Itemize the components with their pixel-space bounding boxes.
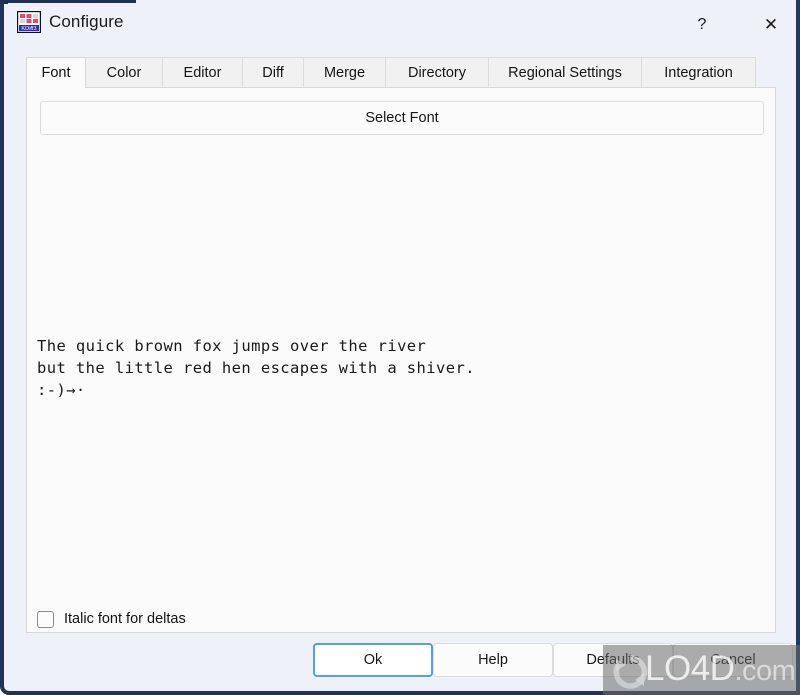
tab-color[interactable]: Color — [86, 57, 163, 88]
configure-dialog-window: KDiff3 Configure ? ✕ Font Color Editor Diff… — [0, 0, 800, 695]
title-bar: KDiff3 Configure ? ✕ — [8, 3, 796, 47]
tab-editor[interactable]: Editor — [163, 57, 243, 88]
tab-bar: Font Color Editor Diff Merge Directory Regiona… — [26, 57, 776, 89]
italic-font-for-deltas-checkbox[interactable] — [37, 610, 54, 628]
tab-label: Directory — [407, 65, 466, 81]
tab-integration[interactable]: Integration — [642, 57, 756, 88]
tab-label: Regional Settings — [508, 65, 622, 81]
tab-label: Color — [106, 65, 142, 81]
kdiff3-icon: KDiff3 — [16, 10, 42, 34]
font-sample-preview: The quick brown fox jumps over the river… — [37, 337, 475, 399]
tab-diff[interactable]: Diff — [243, 57, 304, 88]
window-title: Configure — [49, 12, 124, 31]
tab-regional-settings[interactable]: Regional Settings — [489, 57, 642, 88]
help-icon[interactable]: ? — [679, 3, 725, 47]
ok-button[interactable]: Ok — [313, 643, 433, 677]
tab-label: Editor — [183, 65, 222, 81]
svg-text:KDiff3: KDiff3 — [21, 26, 36, 32]
tab-label: Diff — [262, 65, 284, 81]
font-tab-panel: Select Font The quick brown fox jumps ov… — [26, 87, 776, 633]
window-right-edge — [796, 0, 800, 695]
close-icon[interactable]: ✕ — [748, 3, 794, 47]
select-font-button[interactable]: Select Font — [40, 101, 764, 135]
tab-label: Font — [41, 65, 71, 81]
tab-label: Merge — [323, 65, 366, 81]
dialog-button-bar: Ok Help Defaults Cancel — [8, 643, 796, 691]
italic-font-for-deltas-label: Italic font for deltas — [64, 611, 186, 627]
tab-font[interactable]: Font — [26, 57, 86, 89]
tab-merge[interactable]: Merge — [304, 57, 386, 88]
defaults-button[interactable]: Defaults — [553, 643, 673, 677]
cancel-button[interactable]: Cancel — [673, 643, 793, 677]
italic-font-for-deltas-checkbox-row[interactable]: Italic font for deltas — [37, 607, 186, 631]
tab-directory[interactable]: Directory — [386, 57, 489, 88]
help-button[interactable]: Help — [433, 643, 553, 677]
tab-label: Integration — [664, 65, 733, 81]
